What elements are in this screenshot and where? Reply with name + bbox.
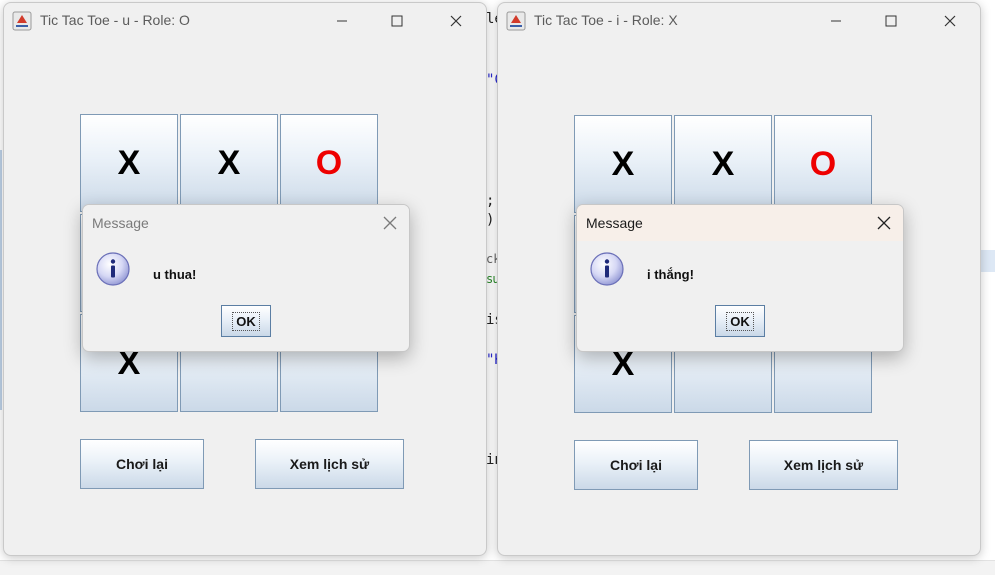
close-icon[interactable] (381, 214, 399, 232)
editor-margin-line (0, 150, 2, 410)
board-cell[interactable]: X (574, 115, 672, 213)
replay-button[interactable]: Chơi lại (574, 440, 698, 490)
maximize-icon[interactable] (869, 7, 913, 35)
message-dialog-lose: Message u thua! OK (82, 204, 410, 352)
editor-status-strip (0, 560, 995, 575)
info-icon (589, 251, 625, 287)
message-dialog-win: Message i thắng! OK (576, 204, 904, 352)
ok-button[interactable]: OK (715, 305, 765, 337)
dialog-titlebar[interactable]: Message (577, 205, 903, 241)
dialog-title: Message (92, 215, 149, 231)
board-cell[interactable]: O (774, 115, 872, 213)
minimize-icon[interactable] (814, 7, 858, 35)
close-icon[interactable] (928, 7, 972, 35)
editor-highlight (980, 250, 995, 272)
dialog-message: i thắng! (647, 267, 694, 282)
close-icon[interactable] (875, 214, 893, 232)
java-cup-icon (506, 11, 526, 31)
dialog-titlebar[interactable]: Message (83, 205, 409, 241)
info-icon (95, 251, 131, 287)
window-titlebar[interactable]: Tic Tac Toe - i - Role: X (498, 3, 980, 39)
ok-button[interactable]: OK (221, 305, 271, 337)
replay-button[interactable]: Chơi lại (80, 439, 204, 489)
ok-label: OK (232, 311, 260, 331)
history-button[interactable]: Xem lịch sử (749, 440, 898, 490)
close-icon[interactable] (434, 7, 478, 35)
board-cell[interactable]: O (280, 114, 378, 212)
window-title: Tic Tac Toe - i - Role: X (534, 12, 678, 28)
dialog-message: u thua! (153, 267, 197, 282)
board-cell[interactable]: X (180, 114, 278, 212)
maximize-icon[interactable] (375, 7, 419, 35)
board-cell[interactable]: X (80, 114, 178, 212)
history-button[interactable]: Xem lịch sử (255, 439, 404, 489)
ok-label: OK (726, 311, 754, 331)
dialog-title: Message (586, 215, 643, 231)
window-title: Tic Tac Toe - u - Role: O (40, 12, 190, 28)
code-fragment: ; (486, 193, 495, 209)
window-titlebar[interactable]: Tic Tac Toe - u - Role: O (4, 3, 486, 39)
minimize-icon[interactable] (320, 7, 364, 35)
board-cell[interactable]: X (674, 115, 772, 213)
java-cup-icon (12, 11, 32, 31)
